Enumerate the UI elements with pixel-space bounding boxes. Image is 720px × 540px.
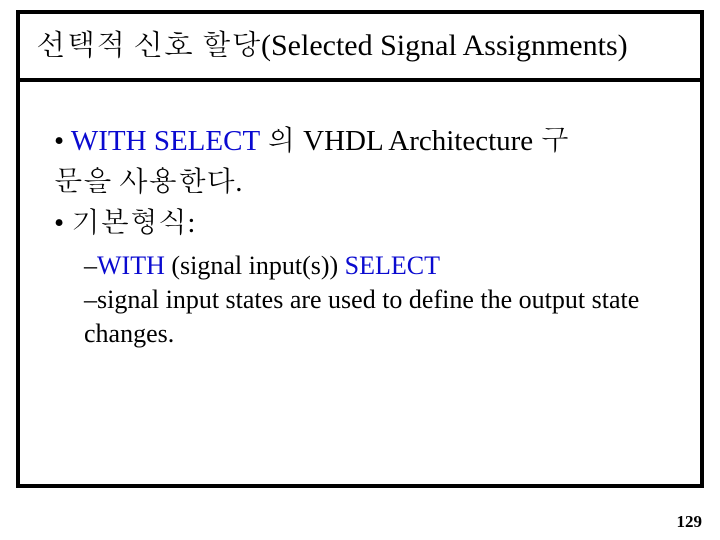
bullet-1-prefix: • [54, 125, 71, 157]
bullet-1-rest: 의 VHDL Architecture 구 [260, 125, 570, 157]
title-box: 선택적 신호 할당(Selected Signal Assignments) [20, 14, 700, 82]
sub1-select: SELECT [345, 251, 440, 280]
bullet-1-line2: 문을 사용한다. [54, 163, 666, 202]
bullet-1-mid [147, 125, 154, 157]
content-area: • WITH SELECT 의 VHDL Architecture 구 문을 사… [20, 82, 700, 361]
bullet-2: • 기본형식: [54, 204, 666, 243]
main-frame: 선택적 신호 할당(Selected Signal Assignments) •… [16, 10, 704, 488]
sub1-prefix: – [84, 251, 97, 280]
sub-item-1: –WITH (signal input(s)) SELECT [84, 249, 666, 283]
slide: 선택적 신호 할당(Selected Signal Assignments) •… [0, 0, 720, 540]
sub-item-2: –signal input states are used to define … [84, 283, 666, 351]
sub1-paren: (signal input(s)) [165, 251, 345, 280]
sub-list: –WITH (signal input(s)) SELECT –signal i… [54, 249, 666, 350]
bullet-1: • WITH SELECT 의 VHDL Architecture 구 [54, 122, 666, 161]
sub1-with: WITH [97, 251, 165, 280]
kw-with: WITH [71, 125, 147, 157]
page-number: 129 [677, 512, 703, 532]
slide-title: 선택적 신호 할당(Selected Signal Assignments) [36, 29, 628, 62]
kw-select: SELECT [154, 125, 260, 157]
